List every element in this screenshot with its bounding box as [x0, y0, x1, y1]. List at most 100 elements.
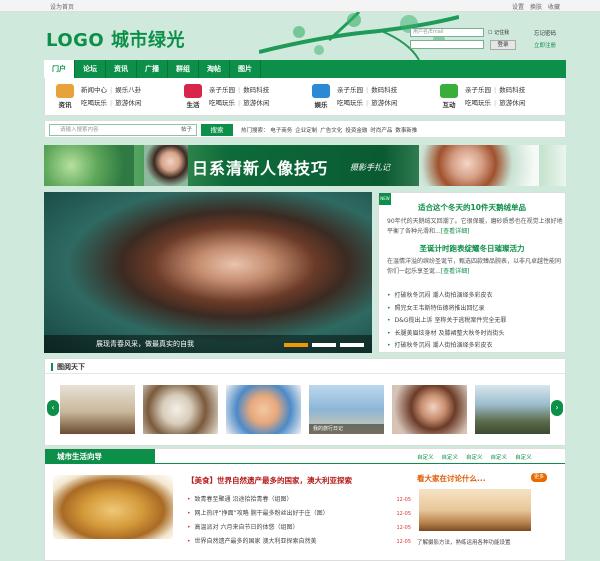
custom-tag[interactable]: 自定义 — [515, 453, 532, 461]
food-headline[interactable]: 【美食】世界自然遗产最多的国家，澳大利亚探索 — [187, 475, 352, 486]
channel-link[interactable]: 亲子乐园 — [465, 86, 491, 94]
more-link-2[interactable]: [查看详细] — [441, 268, 470, 275]
gallery-thumb-baby-photo[interactable] — [226, 385, 301, 434]
next-arrow-icon[interactable]: › — [551, 400, 563, 416]
slide-dot[interactable] — [312, 343, 336, 347]
more-link-1[interactable]: [查看详细] — [441, 228, 470, 235]
channel-0-tile[interactable]: 资讯 — [55, 82, 75, 109]
channel-2-tile[interactable]: 娱乐 — [311, 82, 331, 109]
hot-search-link[interactable]: 投资金融 — [345, 128, 367, 134]
channel-link[interactable]: 旅游休闲 — [371, 99, 397, 107]
channel-link[interactable]: 吃喝玩乐 — [81, 99, 107, 107]
nav-item-2[interactable]: 资讯 — [106, 60, 137, 78]
hot-search-link[interactable]: 企业定制 — [295, 128, 317, 134]
register-link[interactable]: 立即注册 — [534, 41, 556, 49]
thumb-caption: 我的旅行日记 — [309, 424, 384, 434]
remember-me-checkbox[interactable]: ☐ 记住我 — [488, 29, 509, 36]
nav-item-1[interactable]: 论坛 — [75, 60, 106, 78]
channel-link[interactable]: 数码科技 — [371, 86, 397, 94]
settings-link[interactable]: 设置 — [512, 2, 524, 11]
hot-search-link[interactable]: 数事新推 — [395, 128, 417, 134]
promo-banner[interactable]: 日系清新人像技巧 摄影手扎记 — [44, 145, 566, 186]
life-list-item[interactable]: 致青春至聚通 沿途拾拾青春（组图） 12-05 — [187, 493, 411, 507]
prev-arrow-icon[interactable]: ‹ — [47, 400, 59, 416]
link-separator: | — [238, 86, 241, 94]
nav-item-3[interactable]: 广播 — [137, 60, 168, 78]
top-links: 设置 换肤 收藏 — [512, 2, 560, 11]
search-button[interactable]: 搜索 — [201, 124, 233, 136]
channel-link[interactable]: 新闻中心 — [81, 86, 107, 94]
channel-link[interactable]: 吃喝玩乐 — [465, 99, 491, 107]
hero-link[interactable]: 照完女王韦斯特伍德将推出回忆录 — [387, 303, 506, 316]
slide-dot[interactable] — [340, 343, 364, 347]
nav-item-5[interactable]: 淘帖 — [199, 60, 230, 78]
nav-item-0[interactable]: 门户 — [44, 60, 75, 78]
gallery-header: 图阅天下 — [45, 359, 565, 374]
gallery-thumb-pagoda-photo[interactable] — [475, 385, 550, 434]
custom-tags: 自定义 自定义 自定义 自定义 自定义 — [417, 453, 532, 461]
channel-link[interactable]: 旅游休闲 — [499, 99, 525, 107]
nav-item-4[interactable]: 群组 — [168, 60, 199, 78]
slide-dot[interactable] — [284, 343, 308, 347]
hero-link[interactable]: 长腿美眉炫身材 及膝裙整大秋冬时尚街头 — [387, 328, 506, 341]
skin-link[interactable]: 换肤 — [530, 2, 542, 11]
banner-photo-right — [419, 145, 539, 186]
heart-icon — [184, 84, 202, 98]
life-list-item[interactable]: 世界自然遗产最多的国家 澳大利亚探索自然美 12-05 — [187, 535, 411, 549]
section-tab[interactable]: 城市生活向导 — [45, 449, 155, 464]
gallery-thumb-tea-photo[interactable] — [143, 385, 218, 434]
set-homepage-link[interactable]: 设为首页 — [50, 2, 74, 11]
search-placeholder: 请输入搜索内容 — [60, 127, 99, 133]
channel-link[interactable]: 数码科技 — [499, 86, 525, 94]
channel-3-tile[interactable]: 互动 — [439, 82, 459, 109]
hot-search-link[interactable]: 广告文化 — [320, 128, 342, 134]
channel-link[interactable]: 亲子乐园 — [337, 86, 363, 94]
article-title-1[interactable]: 适合这个冬天的10件天鹅绒单品 — [379, 202, 565, 213]
life-item-text: 高温派对 六月来自节日的体悠（组图） — [194, 524, 299, 531]
custom-tag[interactable]: 自定义 — [491, 453, 508, 461]
hero-link[interactable]: D&G揽出上诉 坚称关于逃税案件完全无罪 — [387, 315, 507, 328]
hero-slideshow[interactable]: 展现青春风采，做最真实的自我 — [44, 192, 372, 353]
nav-item-6[interactable]: 图片 — [230, 60, 261, 78]
hot-search-link[interactable]: 电子商务 — [270, 128, 292, 134]
custom-tag[interactable]: 自定义 — [417, 453, 434, 461]
password-input[interactable] — [410, 40, 484, 49]
life-item-date: 12-05 — [396, 539, 411, 545]
life-list-item[interactable]: 高温派对 六月来自节日的体悠（组图） 12-05 — [187, 521, 411, 535]
custom-tag[interactable]: 自定义 — [442, 453, 459, 461]
hero-section: 展现青春风采，做最真实的自我 NEW 适合这个冬天的10件天鹅绒单品 90年代的… — [44, 192, 566, 353]
channel-link[interactable]: 亲子乐园 — [209, 86, 235, 94]
channel-link[interactable]: 娱乐八卦 — [115, 86, 141, 94]
custom-tag[interactable]: 自定义 — [466, 453, 483, 461]
gallery-thumb-beach-photo[interactable]: 我的旅行日记 — [309, 385, 384, 434]
food-photo[interactable] — [53, 475, 173, 539]
favorite-link[interactable]: 收藏 — [548, 2, 560, 11]
header: LOGO 城市绿光 用户名/Email ☐ 记住我 登录 忘记密码 立即注册 — [44, 12, 566, 60]
hero-link[interactable]: 打破秋冬沉闷 潮人街拍演绎多彩皮衣 — [387, 340, 506, 353]
hero-link[interactable]: 打破秋冬沉闷 潮人街拍演绎多彩皮衣 — [387, 290, 506, 303]
login-button[interactable]: 登录 — [490, 40, 516, 50]
article-title-2[interactable]: 圣诞计时跑表绽耀冬日璀璨活力 — [379, 243, 565, 254]
gallery-thumb-room-photo[interactable] — [60, 385, 135, 434]
gallery-thumb-girl-photo[interactable] — [392, 385, 467, 434]
search-input[interactable]: 请输入搜索内容 帖子 — [49, 124, 197, 136]
life-list-item[interactable]: 网上热评“挣面”攻略 腕干最多粉丝出好于庄（图） 12-05 — [187, 507, 411, 521]
banner-title: 日系清新人像技巧 — [192, 159, 329, 178]
forgot-password-link[interactable]: 忘记密码 — [534, 29, 556, 37]
channel-link[interactable]: 吃喝玩乐 — [337, 99, 363, 107]
channel-link[interactable]: 旅游休闲 — [243, 99, 269, 107]
living-room-photo[interactable] — [419, 489, 531, 531]
channel-link[interactable]: 数码科技 — [243, 86, 269, 94]
hot-search-link[interactable]: 时尚产品 — [370, 128, 392, 134]
username-input[interactable]: 用户名/Email — [410, 28, 484, 37]
channel-link[interactable]: 吃喝玩乐 — [209, 99, 235, 107]
link-separator: | — [494, 86, 497, 94]
discussion-text[interactable]: 了解摄影方法，熟练运用各种功能设置 — [417, 538, 511, 546]
site-logo[interactable]: LOGO 城市绿光 — [46, 26, 185, 52]
channel-1-tile[interactable]: 生活 — [183, 82, 203, 109]
channel-link[interactable]: 旅游休闲 — [115, 99, 141, 107]
link-separator: | — [110, 99, 113, 107]
gallery-title: 图阅天下 — [57, 363, 85, 371]
search-scope-select[interactable]: 帖子 — [181, 125, 192, 135]
more-badge[interactable]: 更多 — [531, 473, 547, 482]
